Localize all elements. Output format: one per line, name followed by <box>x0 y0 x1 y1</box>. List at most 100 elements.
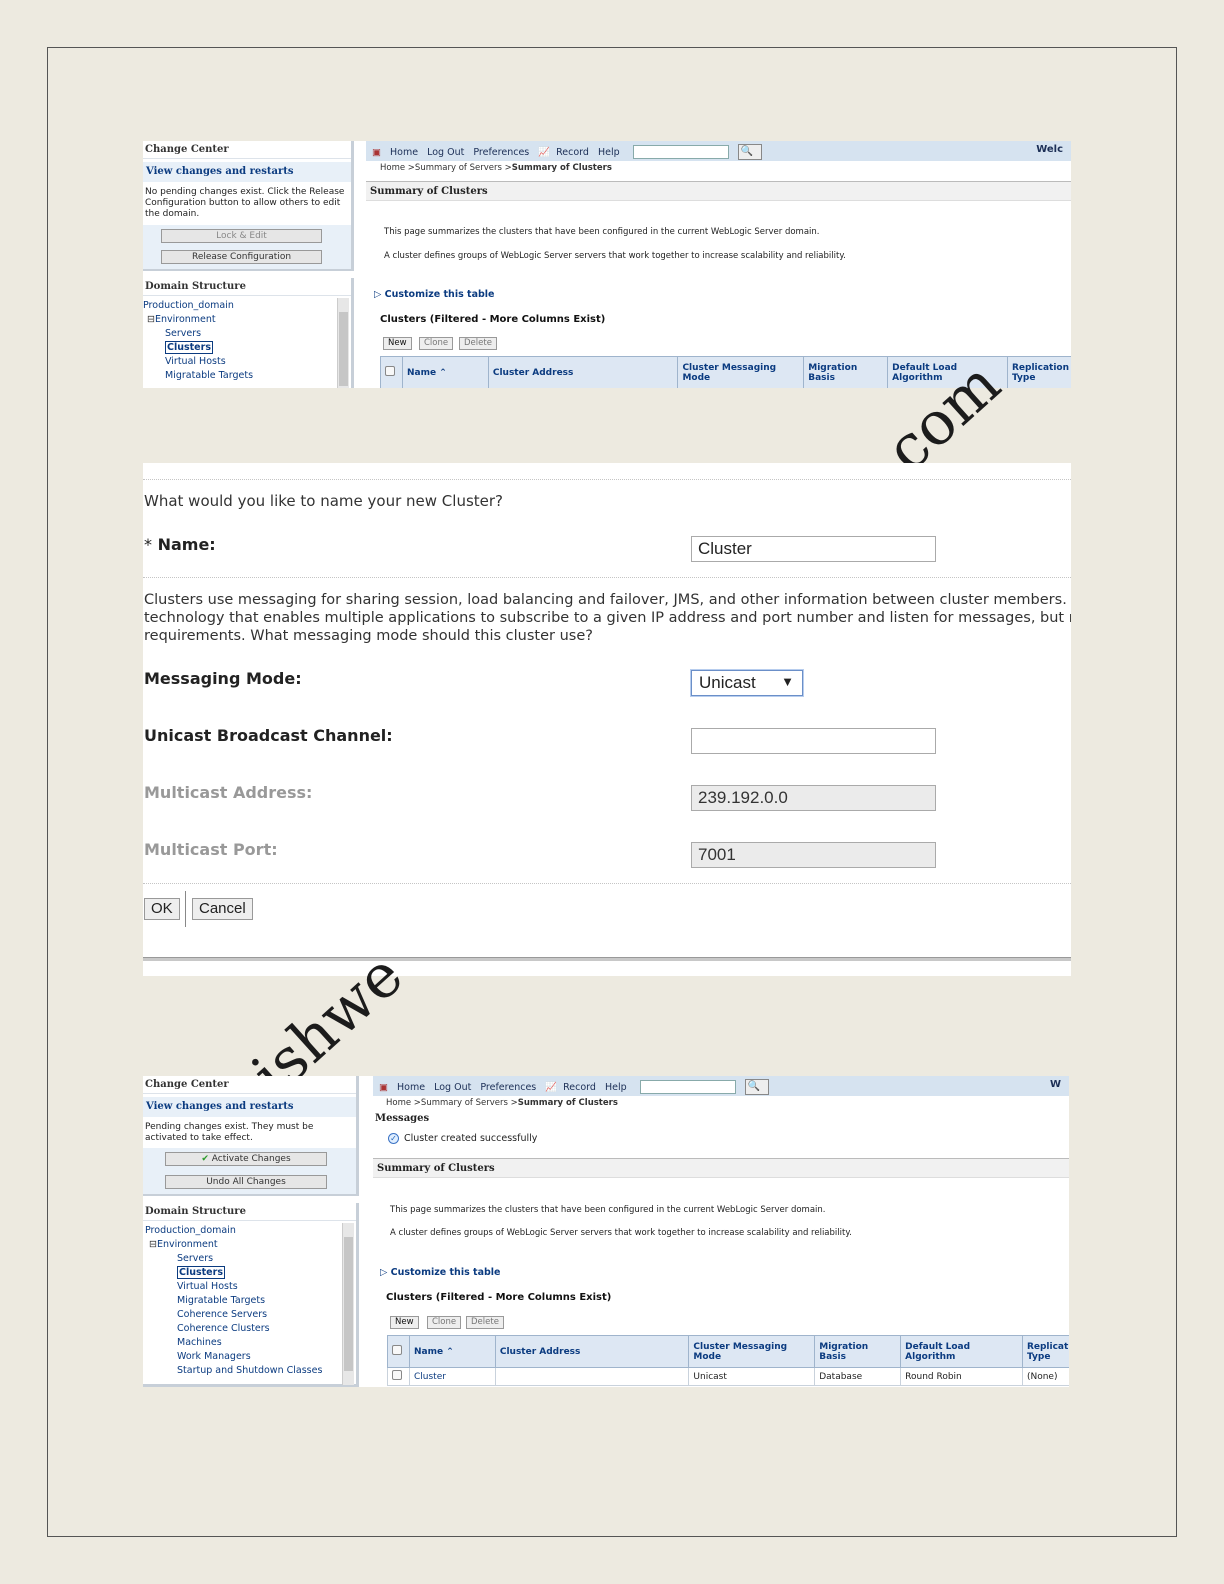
tree-scroll-thumb[interactable] <box>339 312 348 386</box>
tree-scroll-thumb[interactable] <box>344 1237 353 1371</box>
col-messaging-mode[interactable]: Cluster Messaging Mode <box>688 1335 816 1368</box>
ok-button[interactable]: OK <box>144 898 180 920</box>
name-label: * Name: <box>144 535 216 554</box>
messaging-description: Clusters use messaging for sharing sessi… <box>144 591 1071 645</box>
cluster-name-link[interactable]: Cluster <box>408 1367 496 1386</box>
breadcrumb-path[interactable]: Home >Summary of Servers > <box>380 163 512 173</box>
table-header-row: Name ⌃ Cluster Address Cluster Messaging… <box>380 356 1071 388</box>
delete-button[interactable]: Delete <box>459 337 497 350</box>
nav-preferences[interactable]: Preferences <box>473 147 529 158</box>
nav-logout[interactable]: Log Out <box>434 1082 471 1093</box>
tree-item-migratable-targets[interactable]: Migratable Targets <box>145 1294 322 1308</box>
tree-scrollbar[interactable] <box>337 298 349 388</box>
section-title: Summary of Clusters <box>373 1158 1069 1178</box>
undo-all-changes-button[interactable]: Undo All Changes <box>165 1175 327 1189</box>
home-icon[interactable]: ▣ <box>372 147 381 158</box>
breadcrumb-current: Summary of Clusters <box>517 1098 618 1108</box>
delete-button[interactable]: Delete <box>466 1316 504 1329</box>
unicast-channel-input[interactable] <box>691 728 936 754</box>
col-replication-type[interactable]: Replication Type <box>1006 356 1071 388</box>
change-center-buttons: Lock & Edit Release Configuration <box>143 225 351 269</box>
select-all-checkbox[interactable] <box>392 1345 402 1355</box>
search-input[interactable] <box>632 145 729 159</box>
intro-paragraph-2: A cluster defines groups of WebLogic Ser… <box>384 251 846 261</box>
tree-item-virtual-hosts[interactable]: Virtual Hosts <box>143 355 253 369</box>
clone-button[interactable]: Clone <box>419 337 454 350</box>
tree-item-servers[interactable]: Servers <box>143 327 253 341</box>
tree-item-startup-shutdown[interactable]: Startup and Shutdown Classes <box>145 1364 322 1378</box>
sort-icon: ⌃ <box>439 367 447 378</box>
new-button[interactable]: New <box>390 1316 419 1329</box>
tree-item-clusters[interactable]: Clusters <box>165 341 213 354</box>
customize-table-link[interactable]: ▷ Customize this table <box>374 289 495 300</box>
col-cluster-address[interactable]: Cluster Address <box>494 1335 690 1368</box>
tree-item-domain[interactable]: Production_domain <box>145 1224 322 1238</box>
search-input[interactable] <box>639 1080 736 1094</box>
col-cluster-address[interactable]: Cluster Address <box>487 356 679 388</box>
domain-tree: Production_domain ⊟Environment Servers C… <box>143 299 253 383</box>
release-configuration-button[interactable]: Release Configuration <box>161 250 322 264</box>
messages-label: Messages <box>375 1113 430 1124</box>
messaging-mode-select[interactable]: Unicast ▼ <box>691 670 803 696</box>
activate-changes-button[interactable]: ✔ Activate Changes <box>165 1152 327 1166</box>
tree-item-virtual-hosts[interactable]: Virtual Hosts <box>145 1280 322 1294</box>
view-changes-link[interactable]: View changes and restarts <box>143 162 351 182</box>
customize-table-link[interactable]: ▷ Customize this table <box>380 1267 501 1278</box>
new-button[interactable]: New <box>383 337 412 350</box>
tree-item-clusters[interactable]: Clusters <box>177 1266 225 1279</box>
select-all-header <box>380 356 403 388</box>
col-messaging-mode[interactable]: Cluster Messaging Mode <box>677 356 805 388</box>
divider-bottom <box>143 883 1071 884</box>
top-nav: ▣ Home Log Out Preferences 📈 Record Help … <box>366 141 1071 161</box>
nav-record[interactable]: Record <box>563 1082 596 1093</box>
nav-home[interactable]: Home <box>390 147 418 158</box>
cluster-name-input[interactable]: Cluster <box>691 536 936 562</box>
clusters-table: Name ⌃ Cluster Address Cluster Messaging… <box>387 1335 1069 1386</box>
tree-item-coherence-clusters[interactable]: Coherence Clusters <box>145 1322 322 1336</box>
col-name[interactable]: Name ⌃ <box>401 356 489 388</box>
nav-help[interactable]: Help <box>598 147 620 158</box>
col-name[interactable]: Name ⌃ <box>408 1335 496 1368</box>
tree-item-migratable-targets[interactable]: Migratable Targets <box>143 369 253 383</box>
nav-home[interactable]: Home <box>397 1082 425 1093</box>
breadcrumb-path[interactable]: Home >Summary of Servers > <box>386 1098 518 1108</box>
col-load-algorithm[interactable]: Default Load Algorithm <box>900 1335 1023 1368</box>
multicast-port-label: Multicast Port: <box>144 840 278 859</box>
col-migration-basis[interactable]: Migration Basis <box>814 1335 902 1368</box>
record-icon[interactable]: 📈 <box>538 147 550 158</box>
select-all-checkbox[interactable] <box>385 366 395 376</box>
tree-scrollbar[interactable] <box>342 1223 354 1385</box>
search-button[interactable]: 🔍 <box>737 144 762 160</box>
view-changes-link[interactable]: View changes and restarts <box>143 1097 356 1117</box>
check-icon: ✔ <box>201 1154 209 1164</box>
col-replication-type[interactable]: Replicat Type <box>1021 1335 1069 1368</box>
tree-item-environment[interactable]: ⊟Environment <box>145 1238 322 1252</box>
search-button[interactable]: 🔍 <box>744 1079 769 1095</box>
clone-button[interactable]: Clone <box>427 1316 462 1329</box>
tree-item-domain[interactable]: Production_domain <box>143 299 253 313</box>
cancel-button[interactable]: Cancel <box>192 898 253 920</box>
lock-edit-button[interactable]: Lock & Edit <box>161 229 322 243</box>
tree-item-servers[interactable]: Servers <box>145 1252 322 1266</box>
col-load-algorithm[interactable]: Default Load Algorithm <box>887 356 1008 388</box>
summary-of-clusters-screenshot: Change Center View changes and restarts … <box>143 141 1071 388</box>
nav-record[interactable]: Record <box>556 147 589 158</box>
migration-basis-cell: Database <box>814 1367 902 1386</box>
col-migration-basis[interactable]: Migration Basis <box>803 356 889 388</box>
nav-logout[interactable]: Log Out <box>427 147 464 158</box>
record-icon[interactable]: 📈 <box>545 1082 557 1093</box>
nav-help[interactable]: Help <box>605 1082 627 1093</box>
messaging-description-line-3: requirements. What messaging mode should… <box>144 628 593 644</box>
tree-item-environment[interactable]: ⊟Environment <box>143 313 253 327</box>
nav-preferences[interactable]: Preferences <box>480 1082 536 1093</box>
tree-item-work-managers[interactable]: Work Managers <box>145 1350 322 1364</box>
messaging-description-line-1: Clusters use messaging for sharing sessi… <box>144 592 1071 608</box>
tree-item-machines[interactable]: Machines <box>145 1336 322 1350</box>
home-icon[interactable]: ▣ <box>379 1082 388 1093</box>
tree-item-coherence-servers[interactable]: Coherence Servers <box>145 1308 322 1322</box>
change-center-buttons: ✔ Activate Changes Undo All Changes <box>143 1148 356 1194</box>
row-checkbox[interactable] <box>392 1370 402 1380</box>
domain-structure-title: Domain Structure <box>143 278 351 296</box>
success-message: ✓ Cluster created successfully <box>388 1133 537 1144</box>
breadcrumb: Home >Summary of Servers >Summary of Clu… <box>386 1098 618 1108</box>
